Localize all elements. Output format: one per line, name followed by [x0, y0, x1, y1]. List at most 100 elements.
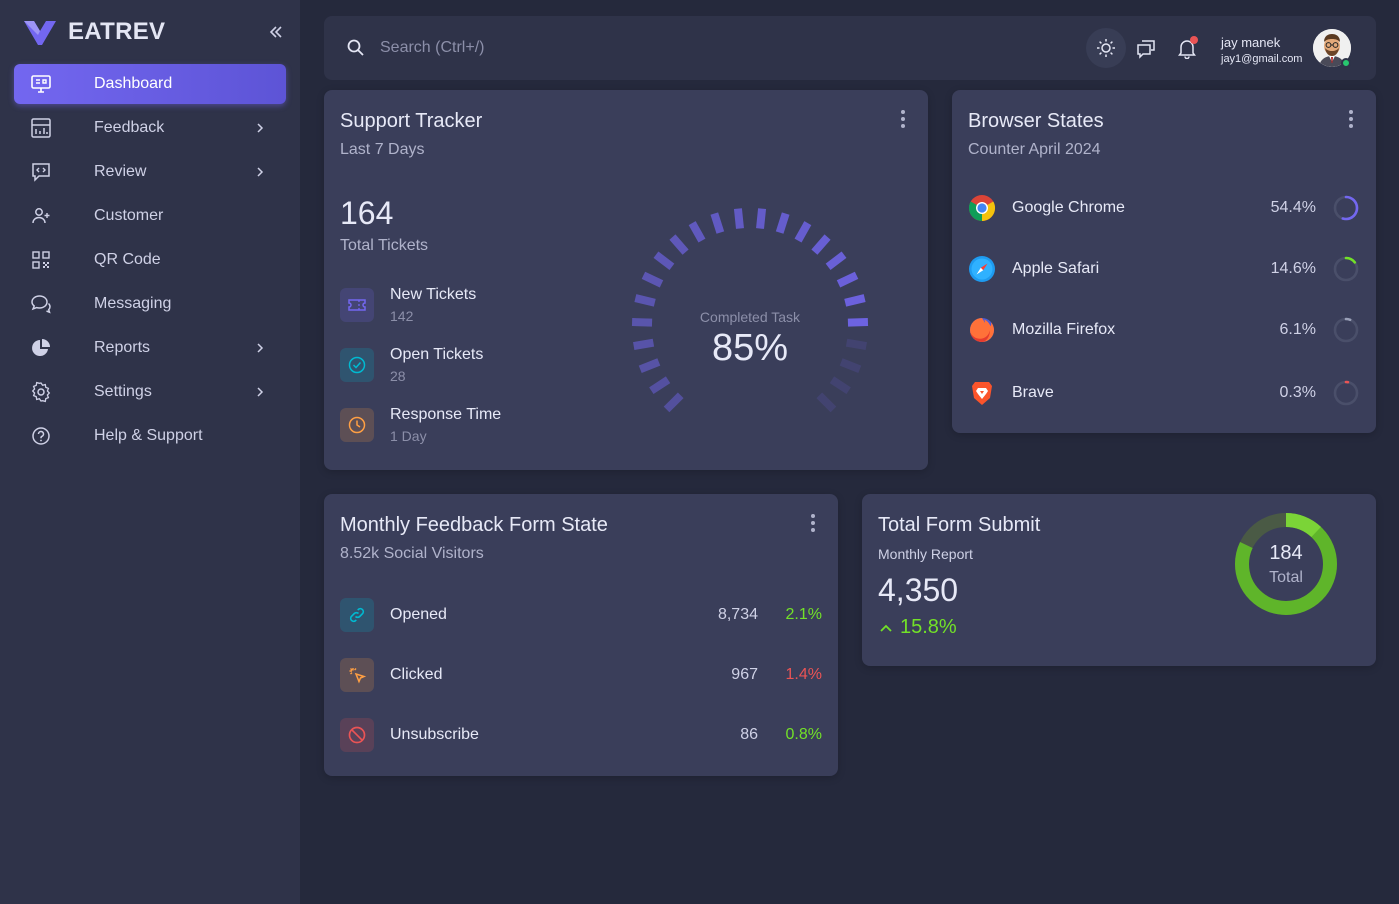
- sidebar-item-label: Dashboard: [94, 75, 173, 92]
- sidebar-item-label: Reports: [94, 339, 151, 356]
- theme-toggle-button[interactable]: [1086, 28, 1126, 68]
- progress-ring-icon: [1333, 256, 1359, 282]
- gauge-segment: [710, 212, 725, 234]
- gauge-segment: [663, 392, 684, 413]
- gauge-segment: [733, 208, 744, 229]
- gauge-segment: [669, 234, 689, 255]
- feedback-name: Clicked: [390, 666, 443, 683]
- brand-logo-icon: [24, 21, 56, 45]
- sidebar-item-label: Settings: [94, 383, 152, 400]
- browser-name: Apple Safari: [1012, 260, 1100, 277]
- card-title: Browser States: [968, 110, 1104, 132]
- gauge-segment: [839, 358, 862, 374]
- brand[interactable]: EATREV: [22, 16, 165, 48]
- dot-icon: [901, 110, 905, 114]
- chat-bubbles-icon: [30, 293, 52, 315]
- sidebar-item-label: Messaging: [94, 295, 172, 312]
- sidebar-collapse-button[interactable]: [264, 20, 288, 44]
- progress-ring-icon: [1333, 380, 1359, 406]
- card-title: Support Tracker: [340, 110, 483, 132]
- link-icon: [340, 598, 374, 632]
- donut-value: 184: [1269, 542, 1303, 564]
- notification-badge: [1190, 36, 1198, 44]
- total-tickets-label: Total Tickets: [340, 237, 429, 254]
- growth-indicator: 15.8%: [878, 616, 957, 639]
- user-email: jay1@gmail.com: [1221, 53, 1303, 65]
- feedback-percent: 1.4%: [785, 666, 822, 683]
- sidebar-item-settings[interactable]: Settings: [14, 372, 286, 412]
- gauge-segment: [688, 221, 706, 243]
- sidebar-item-review[interactable]: Review: [14, 152, 286, 192]
- stat-title: Open Tickets: [390, 346, 484, 363]
- gauge-segment: [631, 317, 653, 327]
- feedback-count: 8,734: [717, 606, 758, 623]
- sidebar-item-help-support[interactable]: Help & Support: [14, 416, 286, 456]
- chrome-icon: [968, 195, 996, 222]
- gauge-segment: [641, 271, 664, 288]
- card-subtitle: Last 7 Days: [340, 141, 425, 158]
- sidebar-item-messaging[interactable]: Messaging: [14, 284, 286, 324]
- sidebar-item-label: Review: [94, 163, 147, 180]
- support-tracker-card: Support Tracker Last 7 Days 164 Total Ti…: [324, 90, 928, 470]
- search-input[interactable]: [380, 36, 780, 60]
- completed-task-gauge: [631, 208, 869, 413]
- gauge-segment: [775, 212, 790, 234]
- chevron-up-icon: [880, 624, 892, 632]
- notifications-button[interactable]: [1167, 28, 1207, 68]
- sidebar-item-reports[interactable]: Reports: [14, 328, 286, 368]
- browser-name: Google Chrome: [1012, 199, 1125, 216]
- progress-ring-track: [1333, 317, 1359, 343]
- gauge-segment: [794, 221, 812, 243]
- feedback-percent: 0.8%: [785, 726, 822, 743]
- sidebar-item-customer[interactable]: Customer: [14, 196, 286, 236]
- feedback-count: 967: [731, 666, 758, 683]
- safari-icon: [969, 256, 995, 282]
- card-subtitle: Monthly Report: [878, 546, 973, 562]
- browser-row-firefox: Mozilla Firefox 6.1%: [968, 314, 1360, 346]
- more-options-button[interactable]: [900, 110, 906, 130]
- sidebar-nav: Dashboard Feedback Review Customer QR Co…: [14, 64, 286, 460]
- progress-ring-icon: [1333, 195, 1359, 221]
- chevron-right-icon: [257, 387, 264, 397]
- browser-states-card: Browser States Counter April 2024 Google…: [952, 90, 1376, 433]
- qr-code-icon: [30, 249, 52, 271]
- card-subtitle: 8.52k Social Visitors: [340, 545, 484, 562]
- chevron-right-icon: [257, 123, 264, 133]
- firefox-icon: [970, 318, 994, 342]
- gauge-segment: [836, 271, 859, 288]
- feedback-row-opened: Opened 8,734 2.1%: [340, 598, 822, 632]
- stat-value: 28: [390, 368, 406, 384]
- sidebar-item-feedback[interactable]: Feedback: [14, 108, 286, 148]
- dot-icon: [811, 521, 815, 525]
- feedback-row-clicked: Clicked 967 1.4%: [340, 658, 822, 692]
- browser-percent: 54.4%: [1270, 199, 1316, 216]
- gauge-segment: [649, 376, 671, 395]
- dot-icon: [1349, 124, 1353, 128]
- form-submit-value: 4,350: [878, 572, 959, 608]
- more-options-button[interactable]: [810, 514, 816, 534]
- pie-chart-icon: [30, 337, 52, 359]
- monitor-icon: [30, 73, 52, 95]
- gauge-segment: [816, 392, 837, 413]
- gauge-segment: [638, 358, 661, 374]
- browser-percent: 14.6%: [1270, 260, 1316, 277]
- sidebar-item-dashboard[interactable]: Dashboard: [14, 64, 286, 104]
- gauge-segment: [633, 338, 655, 350]
- chat-icon: [1137, 40, 1155, 59]
- gauge-segment: [844, 294, 866, 307]
- more-options-button[interactable]: [1348, 110, 1354, 130]
- feedback-percent: 2.1%: [785, 606, 822, 623]
- messages-button[interactable]: [1126, 28, 1166, 68]
- browser-row-safari: Apple Safari 14.6%: [968, 253, 1360, 285]
- gauge-segment: [634, 294, 656, 307]
- gauge-segment: [825, 251, 847, 270]
- check-circle-icon: [340, 348, 374, 382]
- code-message-icon: [30, 161, 52, 183]
- card-title: Total Form Submit: [878, 514, 1041, 536]
- sidebar-item-label: Customer: [94, 207, 164, 224]
- monthly-feedback-card: Monthly Feedback Form State 8.52k Social…: [324, 494, 838, 776]
- sidebar-item-qr-code[interactable]: QR Code: [14, 240, 286, 280]
- stat-value: 142: [390, 308, 414, 324]
- browser-row-brave: Brave 0.3%: [968, 377, 1360, 409]
- progress-ring-track: [1333, 380, 1359, 406]
